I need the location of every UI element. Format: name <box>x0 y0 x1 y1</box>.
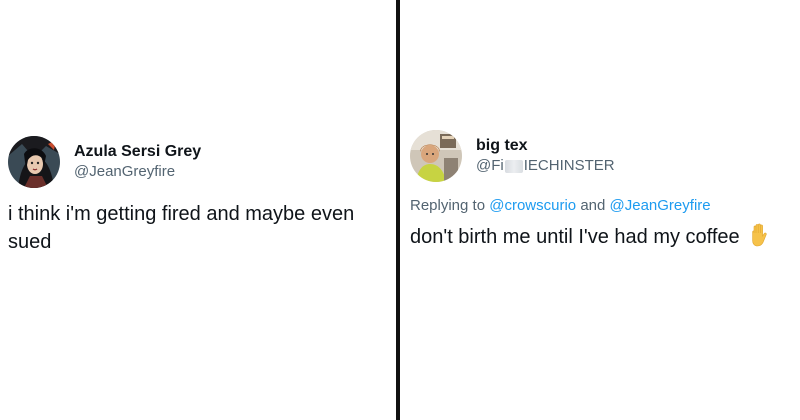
display-name[interactable]: big tex <box>476 136 615 156</box>
comic-avatar-icon[interactable] <box>8 136 60 188</box>
left-panel: Azula Sersi Grey @JeanGreyfire i think i… <box>0 0 396 420</box>
replying-to-label: Replying to <box>410 197 486 214</box>
mention-link[interactable]: @JeanGreyfire <box>610 197 711 214</box>
replying-to-line: Replying to @crowscurio and @JeanGreyfir… <box>410 196 792 216</box>
user-handle[interactable]: @Fi IECHINSTER <box>476 156 615 176</box>
tweet-header: big tex @Fi IECHINSTER <box>410 128 792 184</box>
left-tweet[interactable]: Azula Sersi Grey @JeanGreyfire i think i… <box>8 134 388 256</box>
right-tweet[interactable]: big tex @Fi IECHINSTER Replying to @crow… <box>410 128 792 252</box>
right-panel: big tex @Fi IECHINSTER Replying to @crow… <box>400 0 800 420</box>
user-names: big tex @Fi IECHINSTER <box>476 136 615 176</box>
user-names: Azula Sersi Grey @JeanGreyfire <box>74 142 201 182</box>
handle-prefix: @Fi <box>476 157 504 174</box>
mention-link[interactable]: @crowscurio <box>489 197 576 214</box>
tweet-text-content: don't birth me until I've had my coffee <box>410 226 740 248</box>
tweet-text: don't birth me until I've had my coffee <box>410 222 792 252</box>
tweet-text: i think i'm getting fired and maybe even… <box>8 203 355 253</box>
raised-hand-emoji-icon <box>749 223 771 247</box>
reply-and: and <box>580 197 606 214</box>
user-handle[interactable]: @JeanGreyfire <box>74 162 201 182</box>
handle-redaction <box>504 159 523 173</box>
tweet-header: Azula Sersi Grey @JeanGreyfire <box>8 134 388 190</box>
display-name[interactable]: Azula Sersi Grey <box>74 142 201 162</box>
photo-avatar-icon[interactable] <box>410 130 462 182</box>
handle-suffix: IECHINSTER <box>523 157 615 174</box>
